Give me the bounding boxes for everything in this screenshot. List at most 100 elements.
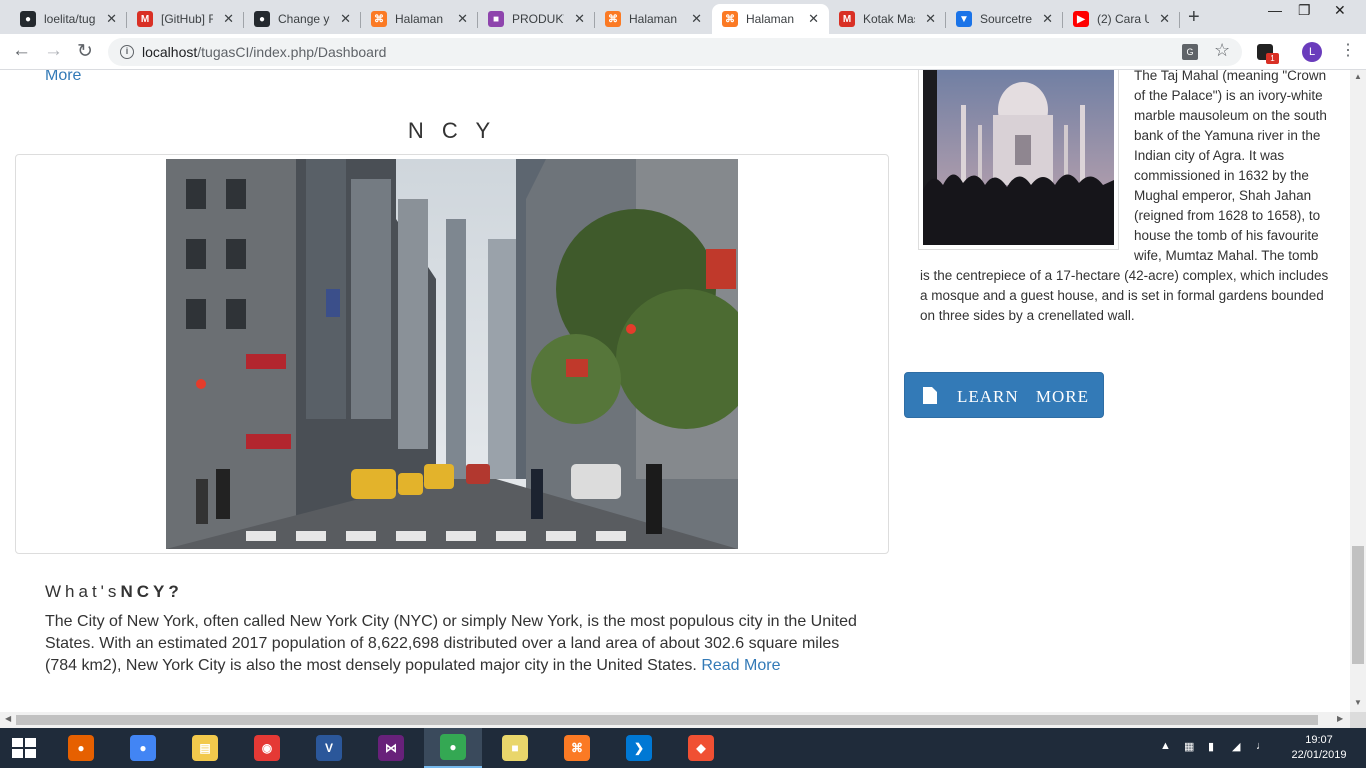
sourcetree-icon: ◉ [254,735,280,761]
taskbar-app[interactable]: ⌘ [548,728,606,768]
scroll-right-icon[interactable]: ▶ [1337,714,1343,723]
taskbar-app[interactable]: ⋈ [362,728,420,768]
info-icon[interactable]: i [120,45,134,59]
restore-icon[interactable]: ❐ [1298,2,1311,19]
volume-icon[interactable]: ♩ [1256,740,1267,752]
scroll-up-icon[interactable]: ▲ [1354,72,1362,81]
tab-title: PRODUKT [512,12,564,26]
network-icon[interactable]: ▦ [1184,740,1194,753]
ncy-read-more-link[interactable]: Read More [701,657,780,674]
visual-studio-icon: ⋈ [378,735,404,761]
image-panel [15,154,889,554]
bookmark-star-icon[interactable]: ☆ [1214,40,1230,61]
close-tab-icon[interactable]: ✕ [691,11,702,27]
url-text[interactable]: localhost/tugasCI/index.php/Dashboard [142,44,386,60]
reload-icon[interactable]: ↻ [77,40,93,63]
document-icon [923,387,937,404]
tab-title: [GitHub] F [161,12,213,26]
tab-title: Halaman U [395,12,447,26]
scroll-left-icon[interactable]: ◀ [5,714,11,723]
taskbar-app[interactable]: ■ [486,728,544,768]
gmail-icon: M [839,11,855,27]
tab-title: Kotak Mas [863,12,915,26]
horizontal-scrollbar[interactable]: ◀ ▶ [0,712,1350,728]
browser-tab[interactable]: ● Change yo ✕ [244,4,361,34]
back-icon[interactable]: ← [12,40,31,62]
close-tab-icon[interactable]: ✕ [925,11,936,27]
tab-title: Halaman U [746,12,798,26]
taskbar-app[interactable]: ◆ [672,728,730,768]
location-icon: ▼ [956,11,972,27]
youtube-icon: ▶ [1073,11,1089,27]
close-tab-icon[interactable]: ✕ [1159,11,1170,27]
taskbar-app[interactable]: ● [424,728,482,768]
windows-start-icon[interactable] [12,738,36,758]
extension-badge: 1 [1266,53,1279,64]
browser-menu-icon[interactable]: ⋮ [1340,40,1356,60]
profile-avatar[interactable]: L [1302,42,1322,62]
github-icon: ● [254,11,270,27]
close-window-icon[interactable]: ✕ [1334,2,1346,19]
browser-tab[interactable]: ▼ Sourcetre ✕ [946,4,1063,34]
vscode-icon: ❯ [626,735,652,761]
taskbar-app[interactable]: ◉ [238,728,296,768]
browser-tab[interactable]: ⌘ Halaman U ✕ [712,4,829,34]
subtitle-strong: NCY? [120,582,183,601]
subtitle-prefix: What's [45,582,121,601]
word-icon: V [316,735,342,761]
taskbar-app[interactable]: ▤ [176,728,234,768]
taskbar-app[interactable]: ● [114,728,172,768]
chrome-icon: ● [440,734,466,760]
tab-title: (2) Cara U [1097,12,1149,26]
tab-title: Halaman U [629,12,681,26]
minimize-icon[interactable]: — [1268,2,1282,18]
close-tab-icon[interactable]: ✕ [457,11,468,27]
close-tab-icon[interactable]: ✕ [1042,11,1053,27]
new-tab-button[interactable]: + [1188,6,1200,29]
browser-toolbar: ← → ↻ i localhost/tugasCI/index.php/Dash… [0,34,1366,70]
browser-tab[interactable]: ⌘ Halaman U ✕ [595,4,712,34]
system-clock[interactable]: 19:07 22/01/2019 [1290,733,1348,763]
taskbar-app[interactable]: V [300,728,358,768]
learn-more-button[interactable]: LEARN MORE [904,372,1104,418]
vertical-scrollbar[interactable]: ▲ ▼ [1350,70,1366,712]
close-tab-icon[interactable]: ✕ [340,11,351,27]
gmail-icon: M [137,11,153,27]
address-bar[interactable]: i localhost/tugasCI/index.php/Dashboard [108,38,1242,66]
browser-tab[interactable]: ⌘ Halaman U ✕ [361,4,478,34]
tab-title: Change yo [278,12,330,26]
close-tab-icon[interactable]: ✕ [574,11,585,27]
scroll-down-icon[interactable]: ▼ [1354,698,1362,707]
browser-tab[interactable]: ● loelita/tug ✕ [10,4,127,34]
forward-icon[interactable]: → [44,40,63,62]
close-tab-icon[interactable]: ✕ [808,11,819,27]
browser-tab[interactable]: M Kotak Mas ✕ [829,4,946,34]
taj-mahal-photo [918,70,1119,250]
read-more-link[interactable]: More [45,70,81,85]
section-title: N C Y [407,118,497,143]
horizontal-scroll-thumb[interactable] [16,715,1318,725]
browser-tab[interactable]: ▶ (2) Cara U ✕ [1063,4,1180,34]
taskbar-app[interactable]: ❯ [610,728,668,768]
url-host: localhost [142,44,198,60]
browser-tab[interactable]: ■ PRODUKT ✕ [478,4,595,34]
show-hidden-icons[interactable]: ▲ [1160,740,1171,752]
signal-icon[interactable]: ◢ [1232,740,1240,753]
taskbar-app[interactable]: ● [52,728,110,768]
github-icon: ● [20,11,36,27]
windows-taskbar: ▲ ▦ ▮ ◢ ♩ 19:07 22/01/2019 ● ● ▤ ◉ V ⋈ ● ■ ⌘ ❯ ◆ [0,728,1366,768]
vertical-scroll-thumb[interactable] [1352,546,1364,664]
close-tab-icon[interactable]: ✕ [223,11,234,27]
translate-icon[interactable]: G [1182,44,1198,60]
battery-icon[interactable]: ▮ [1208,740,1214,753]
scrollbar-corner [1350,712,1366,728]
browser-tab[interactable]: M [GitHub] F ✕ [127,4,244,34]
xampp-icon: ⌘ [564,735,590,761]
xampp-icon: ⌘ [722,11,738,27]
xampp-icon: ⌘ [371,11,387,27]
close-tab-icon[interactable]: ✕ [106,11,117,27]
tab-title: Sourcetre [980,12,1032,26]
chrome-icon: ● [130,735,156,761]
user-icon: ■ [488,11,504,27]
browser-tab-strip: ● loelita/tug ✕ M [GitHub] F ✕ ● Change yo ✕ ⌘ Hal… [0,0,1366,34]
